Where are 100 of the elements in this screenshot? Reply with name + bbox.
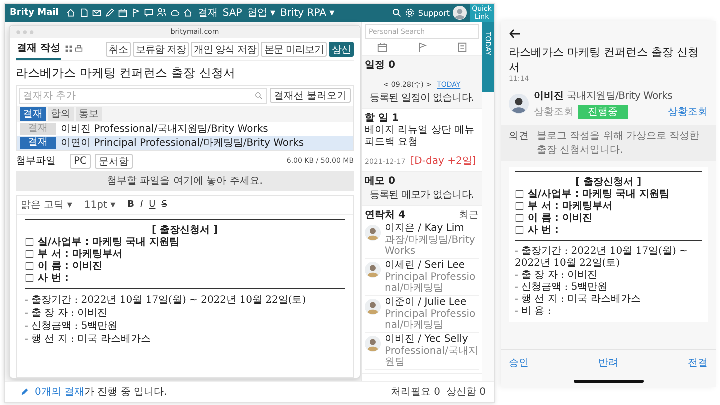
contact-name[interactable]: 이세린 / Seri Lee [385,260,479,272]
form-field: □ 실/사업부 : 마케팅 국내 지원팀 [515,189,702,201]
top-menu-item[interactable]: 결재 [198,6,218,20]
format-button[interactable]: B [128,200,134,210]
author-name: 이비진 [534,90,564,103]
form-detail-line: - 행 선 지 : 미국 라스베가스 [25,333,152,346]
contact-name[interactable]: 이준이 / Julie Lee [385,297,479,309]
form-field: □ 사 번 : [515,225,702,237]
home-icon[interactable] [66,8,76,18]
settings-icon[interactable] [405,8,416,18]
status-counter[interactable]: 상신함 0 [446,385,486,399]
form-detail-line: - 신청금액 : 5백만원 [25,320,119,333]
flag-icon[interactable] [130,8,141,18]
contact-detail: Professional/국내지원팀 [385,346,479,368]
status-link[interactable]: 상황조회 [668,105,708,119]
flag-icon[interactable] [416,42,428,53]
search-icon[interactable] [392,8,402,18]
note-icon[interactable] [456,42,468,53]
toolbar-button[interactable]: 개인 양식 저장 [190,42,260,56]
form-detail-line: - 비 용 : [515,306,552,318]
toolbar-button[interactable]: 보류함 저장 [132,42,189,56]
section-title: 메모 0 [365,175,396,188]
approval-type-tag: 결재 [20,137,56,149]
approver-name: 이연이 Principal Professional/마케팅팀/Brity Works [61,137,304,150]
recent-filter[interactable]: 최근 [459,208,479,222]
todo-item[interactable]: 베이지 리뉴얼 상단 메뉴 피드백 요청 [365,125,479,149]
toolbar-button[interactable]: 상신 [329,42,354,56]
contact-name[interactable]: 이비진 / Yec Selly [385,334,479,346]
format-button[interactable]: I [140,200,144,210]
form-detail-line: - 출장기간 : 2022년 10월 17일(월) ~ 2022년 10월 22일(토) [515,246,689,270]
opinion-label: 의견 [509,130,529,144]
section-title: 일정 0 [365,59,396,72]
status-badge: 진행중 [578,105,628,119]
format-button[interactable]: S [162,200,168,210]
pencil-icon [21,388,29,396]
cloud-icon[interactable] [170,8,180,18]
attach-source-button[interactable]: PC [70,154,92,168]
form-field: □ 사 번 : [25,273,345,285]
home-icon[interactable] [182,8,193,18]
author-avatar [509,94,529,114]
search-icon [254,92,263,100]
top-menu-item[interactable]: SAP [222,8,242,18]
attach-source-button[interactable]: 문서함 [95,154,134,168]
contact-name[interactable]: 이지은 / Kay Lim [385,223,479,235]
toolbar-button[interactable]: 취소 [106,42,131,56]
contact-avatar[interactable] [365,262,381,278]
home-indicator [574,380,644,383]
approver-row[interactable]: 결재 이연이 Principal Professional/마케팅팀/Brity Works [17,136,353,150]
people-icon[interactable] [156,8,167,18]
app-logo: Brity Mail [10,8,59,18]
print-icon[interactable] [75,45,84,53]
contact-detail: Principal Professional/마케팅팀 [385,309,477,331]
grid-icon[interactable] [65,45,74,53]
action-button[interactable]: 반려 [598,356,618,370]
contact-avatar[interactable] [365,299,381,315]
calendar-icon[interactable] [376,42,388,53]
form-detail-line: - 신청금액 : 5백만원 [515,282,609,294]
mail-icon[interactable] [92,8,102,18]
contact-detail: Principal Professional/마케팅팀 [385,272,477,294]
document-title: 라스베가스 마케팅 컨퍼런스 출장 신청서 [508,45,700,75]
form-heading: [ 출장신청서 ] [515,171,702,189]
back-arrow-icon[interactable] [509,29,521,39]
contact-detail: 과장/마케팅팀/Brity Works [385,235,476,257]
file-drop-zone[interactable]: 첨부할 파일을 여기에 놓아 주세요. [16,171,354,191]
empty-message: 등록된 일정이 없습니다. [368,92,476,105]
user-avatar[interactable] [453,6,467,20]
section-title: 할 일 1 [365,112,400,125]
approval-type-tab[interactable]: 통보 [76,107,102,121]
form-heading: [ 출장신청서 ] [25,219,345,237]
action-button[interactable]: 승인 [509,356,529,370]
approval-type-tab[interactable]: 결재 [20,107,46,121]
form-field: □ 실/사업부 : 마케팅 국내 지원팀 [25,237,345,249]
author-team: 국내지원팀/Brity Works [567,90,673,103]
toolbar-button[interactable]: 본문 미리보기 [261,42,327,56]
approver-row[interactable]: 결재 이비진 Professional/국내지원팀/Brity Works [17,122,353,136]
action-button[interactable]: 전결 [688,356,708,370]
attachment-label: 첨부파일 [16,155,56,168]
top-menu-item[interactable]: Brity RPA ▾ [280,8,335,18]
pencil-icon[interactable] [104,8,115,18]
font-select[interactable]: 맑은 고딕 ▾ [21,198,72,212]
chat-icon[interactable] [144,8,154,18]
empty-message: 등록된 메모가 없습니다. [368,189,476,202]
document-title: 라스베가스 마케팅 컨퍼런스 출장 신청서 [16,65,236,82]
opinion-text: 블로그 작성을 위해 가상으로 작성한 출장 신청서입니다. [537,130,701,157]
approval-type-tag: 결재 [20,123,56,135]
status-message: 0개의 결재가 진행 중 입니다. [35,386,168,399]
compose-tab[interactable]: 결재 작성 [16,38,62,60]
support-link[interactable]: Support [418,8,450,18]
contact-avatar[interactable] [365,225,381,241]
format-button[interactable]: U [149,200,156,210]
approval-type-tab[interactable]: 합의 [48,107,74,121]
contact-avatar[interactable] [365,336,381,352]
status-counter[interactable]: 처리필요 0 [390,385,440,399]
top-menu-item[interactable]: 협업 ▾ [247,6,276,20]
document-icon[interactable] [78,8,89,18]
form-field: □ 부 서 : 마케팅부서 [25,249,345,261]
form-field: □ 이 름 : 이비진 [515,213,702,225]
form-detail-line: - 출 장 자 : 이비진 [25,307,109,320]
font-size-select[interactable]: 11pt ▾ [84,200,116,210]
load-approval-line-button[interactable]: 결재선 불러오기 [270,88,351,103]
